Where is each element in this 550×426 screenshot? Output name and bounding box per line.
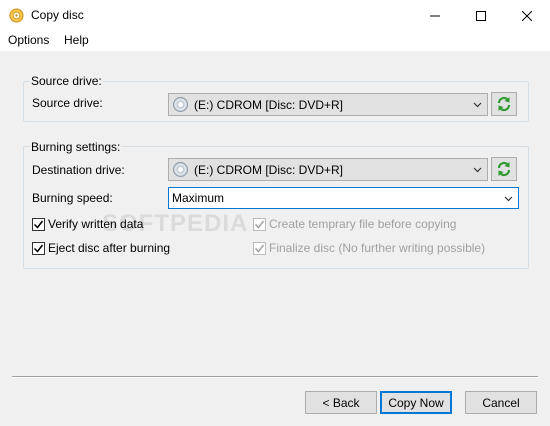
drive-disc-icon xyxy=(173,97,188,112)
minimize-button[interactable] xyxy=(412,0,458,31)
checkbox-box[interactable] xyxy=(32,241,45,255)
chevron-down-icon xyxy=(473,167,482,173)
close-icon xyxy=(522,10,532,21)
create-temp-file-label: Create temprary file before copying xyxy=(269,217,457,231)
source-drive-label: Source drive: xyxy=(32,96,103,110)
refresh-icon xyxy=(497,96,511,112)
destination-refresh-button[interactable] xyxy=(491,157,517,181)
refresh-icon xyxy=(497,161,511,177)
bottom-separator xyxy=(12,376,538,378)
checkmark-icon xyxy=(33,220,44,229)
destination-drive-label: Destination drive: xyxy=(32,163,125,177)
eject-disc-label: Eject disc after burning xyxy=(48,241,171,255)
title-bar: Copy disc xyxy=(0,0,550,31)
disc-icon xyxy=(9,8,24,23)
destination-drive-select[interactable]: (E:) CDROM [Disc: DVD+R] xyxy=(168,158,488,181)
finalize-disc-checkbox: Finalize disc (No further writing possib… xyxy=(253,241,485,255)
source-drive-value: (E:) CDROM [Disc: DVD+R] xyxy=(194,97,344,112)
burning-speed-select[interactable]: Maximum xyxy=(168,187,519,209)
close-button[interactable] xyxy=(504,0,550,31)
back-button[interactable]: < Back xyxy=(305,391,377,414)
verify-written-data-checkbox[interactable]: Verify written data xyxy=(32,217,143,231)
cancel-button[interactable]: Cancel xyxy=(465,391,537,414)
destination-drive-value: (E:) CDROM [Disc: DVD+R] xyxy=(194,162,344,177)
burning-speed-value: Maximum xyxy=(172,191,225,205)
maximize-icon xyxy=(476,10,486,21)
create-temp-file-checkbox: Create temprary file before copying xyxy=(253,217,456,231)
checkbox-box[interactable] xyxy=(32,217,45,231)
menu-options[interactable]: Options xyxy=(8,33,49,47)
drive-disc-icon xyxy=(173,162,188,177)
source-drive-group-label: Source drive: xyxy=(30,74,103,88)
copy-now-button[interactable]: Copy Now xyxy=(380,391,452,414)
checkbox-box xyxy=(253,217,266,231)
burning-speed-label: Burning speed: xyxy=(32,191,113,205)
source-refresh-button[interactable] xyxy=(491,92,517,116)
eject-disc-checkbox[interactable]: Eject disc after burning xyxy=(32,241,170,255)
checkmark-icon xyxy=(33,244,44,253)
menu-help[interactable]: Help xyxy=(64,33,89,47)
maximize-button[interactable] xyxy=(458,0,504,31)
finalize-disc-label: Finalize disc (No further writing possib… xyxy=(269,241,486,255)
checkmark-icon xyxy=(254,244,265,253)
window-title: Copy disc xyxy=(31,8,84,22)
chevron-down-icon xyxy=(504,196,513,202)
menu-bar: Options Help xyxy=(0,31,550,51)
source-drive-select[interactable]: (E:) CDROM [Disc: DVD+R] xyxy=(168,93,488,116)
verify-written-data-label: Verify written data xyxy=(48,217,144,231)
chevron-down-icon xyxy=(473,102,482,108)
burning-settings-group-label: Burning settings: xyxy=(30,140,122,154)
checkbox-box xyxy=(253,241,266,255)
checkmark-icon xyxy=(254,220,265,229)
minimize-icon xyxy=(430,15,440,16)
